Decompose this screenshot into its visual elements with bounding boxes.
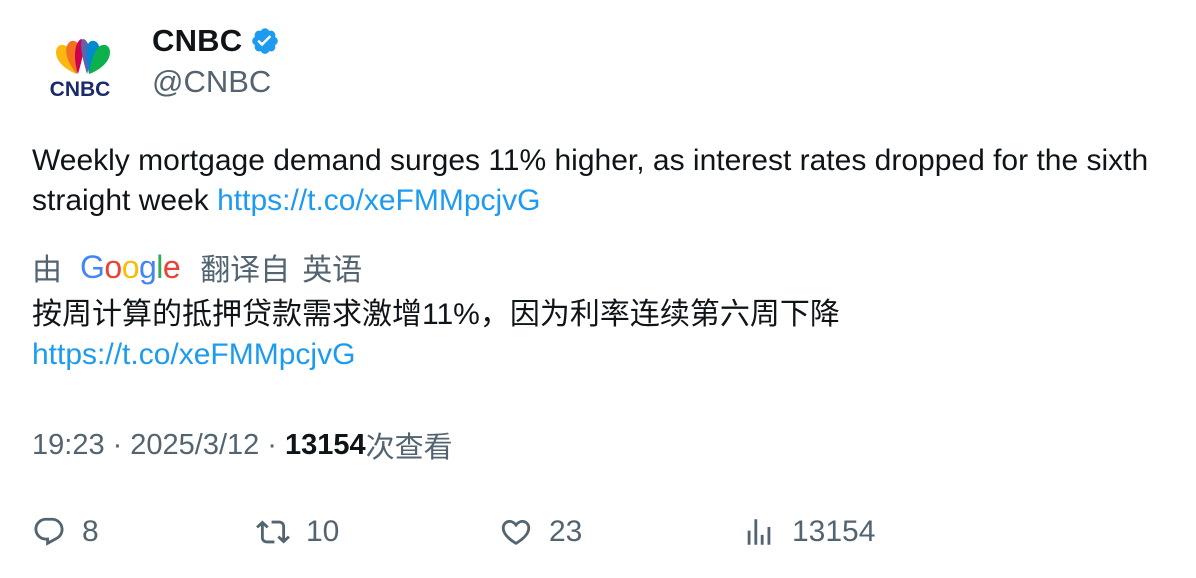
avatar[interactable]: CNBC	[32, 26, 128, 122]
views-icon	[747, 519, 771, 545]
tweet-link[interactable]: https://t.co/xeFMMpcjvG	[217, 184, 540, 217]
google-logo: Google	[80, 248, 181, 285]
logo-text: CNBC	[50, 78, 111, 101]
user-handle[interactable]: @CNBC	[152, 64, 280, 100]
meta-separator: ·	[112, 428, 123, 461]
translated-from-label: 翻译自	[200, 254, 291, 287]
translation-attribution: 由 Google 翻译自 英语	[32, 245, 362, 289]
reply-count: 8	[82, 515, 99, 548]
views-label: 次查看	[365, 432, 453, 464]
translated-text: 按周计算的抵押贷款需求激增11%，因为利率连续第六周下降 https://t.c…	[32, 295, 1172, 375]
display-name[interactable]: CNBC	[152, 23, 242, 59]
author-block: CNBC @CNBC	[152, 22, 280, 100]
source-language: 英语	[302, 254, 363, 287]
views-action-count: 13154	[792, 515, 876, 548]
action-bar: 8 10 23 13154	[0, 510, 1196, 556]
meta-separator: ·	[267, 428, 277, 461]
like-icon	[501, 519, 531, 545]
display-name-row: CNBC	[152, 22, 280, 60]
reply-button[interactable]: 8	[32, 510, 99, 554]
tweet-time[interactable]: 19:23	[32, 429, 105, 462]
retweet-button[interactable]: 10	[256, 510, 339, 554]
verified-badge-icon[interactable]	[250, 26, 280, 56]
like-button[interactable]: 23	[499, 510, 582, 554]
tweet-text: Weekly mortgage demand surges 11% higher…	[32, 141, 1172, 221]
views-count: 13154	[284, 428, 366, 461]
retweet-count: 10	[306, 515, 340, 548]
cnbc-peacock-logo: CNBC	[50, 39, 111, 101]
translated-by-label: 由	[32, 254, 62, 287]
like-count: 23	[549, 515, 583, 548]
tweet-body: Weekly mortgage demand surges 11% higher…	[32, 144, 1149, 217]
translated-link[interactable]: https://t.co/xeFMMpcjvG	[32, 338, 355, 371]
tweet-meta: 19:23 · 2025/3/12 · 13154 次查看	[32, 424, 453, 466]
views-button[interactable]: 13154	[742, 510, 875, 554]
reply-icon	[34, 517, 64, 546]
retweet-icon	[256, 520, 290, 544]
tweet-date[interactable]: 2025/3/12	[130, 429, 259, 462]
translated-body: 按周计算的抵押贷款需求激增11%，因为利率连续第六周下降	[32, 298, 840, 331]
